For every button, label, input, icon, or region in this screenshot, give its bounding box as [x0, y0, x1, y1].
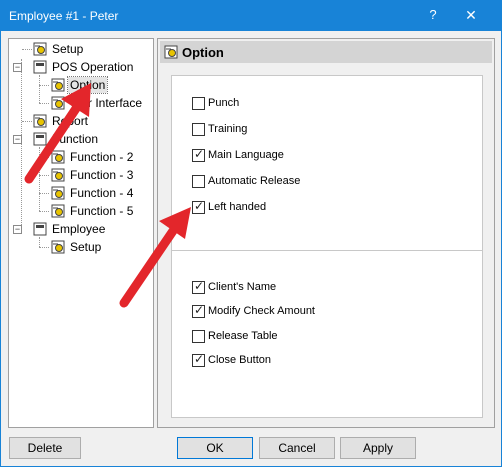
- checkbox-label: Automatic Release: [208, 175, 301, 187]
- cancel-button[interactable]: Cancel: [259, 437, 335, 459]
- ok-button[interactable]: OK: [177, 437, 253, 459]
- settings-page-icon: [33, 42, 47, 56]
- checkbox-label: Left handed: [208, 201, 267, 213]
- tree-item-label: Function: [52, 132, 99, 146]
- tree-item-user-interface[interactable]: Ular Interface: [31, 95, 151, 111]
- tree-connector: [39, 247, 49, 248]
- window-title: Employee #1 - Peter: [9, 9, 119, 23]
- check-mark-icon: ✓: [194, 303, 205, 317]
- tree-item-function-5[interactable]: Function - 5: [31, 203, 151, 219]
- panel-title: Option: [182, 45, 224, 60]
- settings-page-icon: [51, 96, 65, 110]
- tree-connector: [22, 49, 32, 50]
- tree-item-report[interactable]: Report: [17, 113, 137, 129]
- checkbox-label: Modify Check Amount: [208, 305, 315, 317]
- settings-page-icon: [51, 150, 65, 164]
- tree-item-function[interactable]: − Function: [13, 131, 133, 147]
- tree-item-label: Employee: [52, 222, 106, 236]
- tree-connector: [39, 193, 49, 194]
- checkbox-box[interactable]: ✓: [192, 199, 205, 214]
- collapse-icon[interactable]: −: [13, 135, 22, 144]
- checkbox-box[interactable]: ✓: [192, 147, 205, 162]
- tree-item-label: Function - 4: [70, 186, 134, 200]
- tree-connector: [39, 175, 49, 176]
- folder-page-icon: [33, 222, 47, 236]
- checkbox-box[interactable]: [192, 175, 205, 188]
- checkbox-label: Close Button: [208, 354, 271, 366]
- options-group-2: ✓ Client's Name ✓ Modify Check Amount Re…: [171, 250, 483, 418]
- tree-item-function-2[interactable]: Function - 2: [31, 149, 151, 165]
- checkbox-box[interactable]: ✓: [192, 303, 205, 318]
- options-group-1: Punch Training ✓ Main Language Automatic…: [171, 75, 483, 255]
- tree-item-label: POS Operation: [52, 60, 134, 74]
- checkbox-box[interactable]: [192, 97, 205, 110]
- tree-item-label: Setup: [70, 240, 102, 254]
- collapse-icon[interactable]: −: [13, 225, 22, 234]
- tree-connector: [39, 103, 49, 104]
- dialog-window: Employee #1 - Peter ? ✕ Setup − POS Oper…: [0, 0, 502, 467]
- tree-item-employee-setup[interactable]: Setup: [31, 239, 151, 255]
- checkbox-box[interactable]: ✓: [192, 352, 205, 367]
- tree-item-pos-operation[interactable]: − POS Operation: [13, 59, 148, 75]
- check-mark-icon: ✓: [194, 352, 205, 366]
- tree-item-function-4[interactable]: Function - 4: [31, 185, 151, 201]
- checkbox-label: Main Language: [208, 149, 284, 161]
- check-mark-icon: ✓: [194, 199, 205, 213]
- settings-page-icon: [33, 114, 47, 128]
- tree-connector: [39, 157, 49, 158]
- navigation-tree[interactable]: Setup − POS Operation Option Ular Interf…: [8, 38, 154, 428]
- option-panel: Option Punch Training ✓ Main Language Au…: [157, 38, 495, 428]
- folder-page-icon: [33, 132, 47, 146]
- delete-button[interactable]: Delete: [9, 437, 81, 459]
- checkbox-box[interactable]: ✓: [192, 279, 205, 294]
- settings-page-icon: [51, 186, 65, 200]
- collapse-icon[interactable]: −: [13, 63, 22, 72]
- tree-item-employee[interactable]: − Employee: [13, 221, 133, 237]
- tree-item-label: Option: [66, 76, 109, 94]
- tree-item-function-3[interactable]: Function - 3: [31, 167, 151, 183]
- settings-page-icon: [51, 78, 65, 92]
- tree-item-label: Report: [52, 114, 89, 128]
- settings-page-icon: [51, 240, 65, 254]
- apply-button[interactable]: Apply: [340, 437, 416, 459]
- tree-item-option[interactable]: Option: [31, 76, 141, 94]
- tree-item-label: Function - 5: [70, 204, 134, 218]
- checkbox-label: Client's Name: [208, 281, 277, 293]
- tree-item-label: Ular Interface: [70, 96, 143, 110]
- tree-connector: [39, 85, 49, 86]
- tree-connector: [22, 121, 32, 122]
- checkbox-label: Release Table: [208, 330, 278, 342]
- panel-header: Option: [160, 41, 492, 63]
- settings-page-icon: [51, 204, 65, 218]
- checkbox-label: Punch: [208, 97, 240, 109]
- tree-item-setup[interactable]: Setup: [17, 41, 147, 57]
- tree-item-label: Function - 2: [70, 150, 134, 164]
- tree-item-label: Setup: [52, 42, 84, 56]
- settings-page-icon: [164, 45, 178, 59]
- help-button[interactable]: ?: [421, 7, 445, 25]
- tree-connector: [39, 211, 49, 212]
- settings-page-icon: [51, 168, 65, 182]
- checkbox-label: Training: [208, 123, 248, 135]
- tree-item-label: Function - 3: [70, 168, 134, 182]
- close-button[interactable]: ✕: [456, 7, 486, 25]
- check-mark-icon: ✓: [194, 147, 205, 161]
- folder-page-icon: [33, 60, 47, 74]
- title-bar[interactable]: Employee #1 - Peter ? ✕: [1, 1, 501, 31]
- checkbox-box[interactable]: [192, 123, 205, 136]
- checkbox-box[interactable]: [192, 330, 205, 343]
- check-mark-icon: ✓: [194, 279, 205, 293]
